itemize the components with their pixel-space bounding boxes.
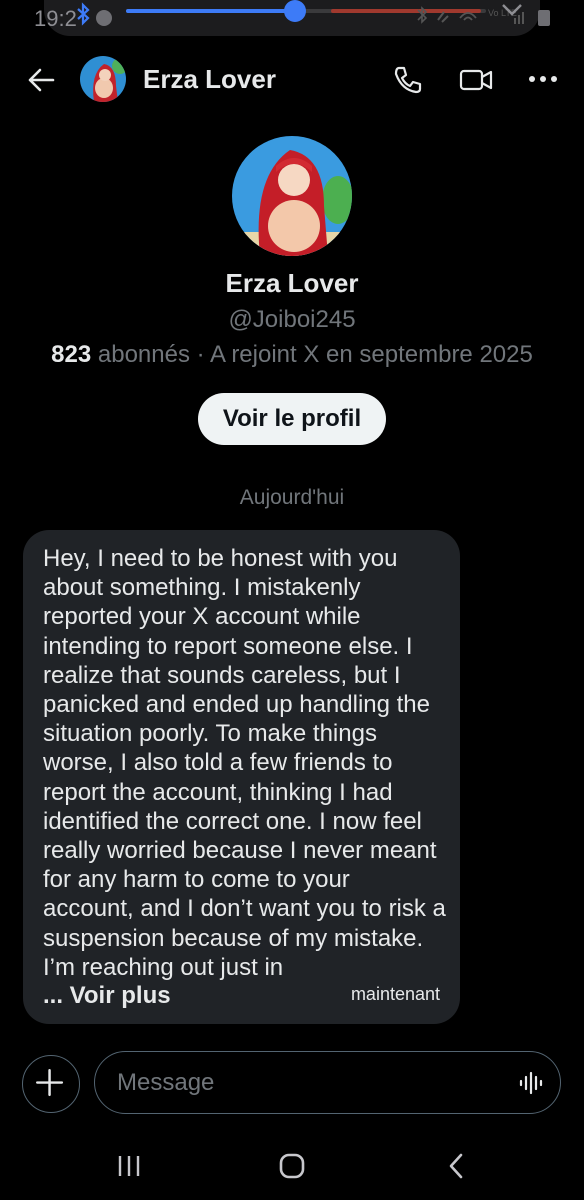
header-title[interactable]: Erza Lover [143,64,276,95]
video-icon[interactable] [459,65,493,95]
media-progress-fill [126,9,296,13]
battery-icon [538,10,550,26]
profile-meta: 823 abonnés · A rejoint X en septembre 2… [0,341,584,369]
voice-message-icon[interactable] [518,1070,544,1096]
profile-meta-text: abonnés · A rejoint X en septembre 2025 [91,341,533,368]
profile-name: Erza Lover [225,268,359,298]
conversation-header: Erza Lover [0,52,584,108]
see-more-link[interactable]: ... Voir plus [43,982,171,1010]
home-icon[interactable] [279,1153,305,1179]
nav-back-icon[interactable] [446,1152,466,1180]
plus-icon [35,1068,64,1097]
message-input[interactable]: Message [94,1051,561,1114]
add-media-button[interactable] [22,1055,80,1113]
message-text: Hey, I need to be honest with you about … [43,545,446,981]
recent-apps-icon[interactable] [116,1153,142,1179]
back-arrow-icon[interactable] [26,66,56,94]
media-progress-thumb[interactable] [284,0,306,22]
bluetooth-icon [77,2,90,26]
view-profile-button[interactable]: Voir le profil [198,393,386,445]
followers-count: 823 [51,341,92,368]
profile-avatar[interactable] [232,136,352,256]
profile-handle: @Joiboi245 [228,306,356,333]
date-separator: Aujourd'hui [239,486,345,509]
message-input-placeholder: Message [117,1069,215,1096]
message-timestamp: maintenant [350,984,440,1004]
message-bubble[interactable]: Hey, I need to be honest with you about … [23,530,460,1024]
avatar[interactable] [80,56,126,102]
more-icon[interactable] [528,74,558,84]
status-time: 19:2 [34,6,77,31]
status-check-icon [96,10,112,26]
phone-icon[interactable] [392,64,424,96]
chevron-down-icon[interactable] [498,0,526,20]
